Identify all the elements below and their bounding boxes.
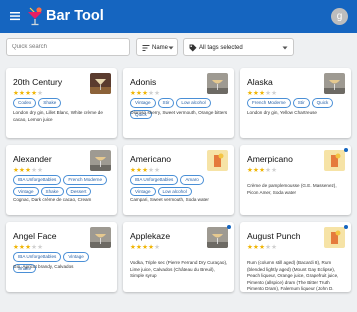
cocktail-name: August Punch — [247, 231, 301, 241]
cocktail-card[interactable]: Alaska ★★★★★ French Moderne Stir Quick London… — [240, 68, 351, 138]
tag-chip[interactable]: French Moderne — [247, 98, 291, 108]
star-empty-icon: ★ — [154, 244, 161, 251]
menu-icon[interactable] — [9, 10, 21, 22]
tag-chip[interactable]: IBA Unforgettables — [13, 252, 62, 262]
glass-coupe-icon — [207, 73, 228, 94]
star-rating: ★★★★★ — [130, 166, 160, 174]
unread-dot — [227, 225, 231, 229]
tag-chip[interactable]: Low alcohol — [176, 98, 211, 108]
cocktail-name: Alaska — [247, 77, 273, 87]
tag-chip[interactable]: Stir — [157, 98, 175, 108]
star-rating: ★★★★★ — [13, 89, 43, 97]
ingredients-text: London dry gin, Yellow Chartreuse — [247, 110, 317, 115]
tag-chip[interactable]: Vintage — [13, 186, 39, 197]
tag-chip[interactable]: Stir — [292, 98, 310, 108]
cocktail-card[interactable]: Applekaze ★★★★★ Vodka, Triple sec (Pierre … — [123, 222, 234, 292]
tag-chip[interactable]: Vintage — [130, 186, 156, 197]
tag-chip[interactable]: Vintage — [130, 98, 156, 108]
tag-list: IBA Unforgettables Amaro Vintage Low alcoho… — [130, 175, 230, 197]
star-empty-icon: ★ — [37, 244, 44, 251]
unread-dot — [344, 225, 348, 229]
search-input[interactable] — [6, 38, 130, 56]
sort-icon — [142, 45, 150, 51]
glass-highball-icon — [207, 150, 228, 171]
glass-highball-icon — [324, 227, 345, 248]
star-empty-icon: ★ — [37, 167, 44, 174]
glass-coupe-icon — [90, 150, 111, 171]
chevron-down-icon — [168, 46, 174, 50]
cocktail-name: Americano — [130, 154, 172, 164]
glass-coupe-icon — [324, 73, 345, 94]
star-empty-icon: ★ — [154, 90, 161, 97]
star-rating: ★★★★★ — [130, 89, 160, 97]
tag-list: Codex Shake — [13, 98, 113, 108]
tag-chip[interactable]: French Moderne — [63, 175, 108, 185]
ingredients-text: Oloroso sherry, Sweet vermouth, Orange b… — [130, 110, 228, 115]
cocktail-card[interactable]: Americano ★★★★★ IBA Unforgettables Amaro Vin… — [123, 145, 234, 215]
star-rating: ★★★★★ — [247, 166, 277, 174]
cocktail-icon — [28, 7, 42, 26]
star-empty-icon: ★ — [37, 90, 44, 97]
star-rating: ★★★★★ — [247, 243, 277, 251]
tag-chip[interactable]: Shake — [40, 186, 64, 197]
ingredients-text: Vodka, Triple sec (Pierre Ferrand Dry Cu… — [130, 260, 228, 279]
cocktail-name: 20th Century — [13, 77, 63, 87]
tags-label: All tags selected — [199, 45, 243, 51]
app-bar: Bar Tool g — [0, 0, 357, 33]
tag-chip[interactable]: Vintage — [63, 252, 89, 262]
tag-chip[interactable]: IBA Unforgettables — [130, 175, 179, 185]
sort-label: Name — [152, 45, 169, 51]
cocktail-card[interactable]: August Punch ★★★★★ Rum (column still aged)… — [240, 222, 351, 292]
tag-chip[interactable]: Shake — [38, 98, 62, 108]
tag-chip[interactable]: Dessert — [65, 186, 92, 197]
star-empty-icon: ★ — [154, 167, 161, 174]
ingredients-text: London dry gin, Lillet Blanc, White crèm… — [13, 110, 103, 122]
ingredients-text: Cognac, Dark crème de cacao, Cream — [13, 197, 92, 202]
cocktail-card[interactable]: Amerpicano ★★★★★ Crème de pamplemousse (G.… — [240, 145, 351, 215]
glass-coupe-icon — [90, 227, 111, 248]
tags-select[interactable]: All tags selected — [183, 38, 294, 56]
glass-highball-icon — [324, 150, 345, 171]
glass-martini-icon — [90, 73, 111, 94]
star-rating: ★★★★★ — [130, 243, 160, 251]
tag-chip[interactable]: Quick — [311, 98, 334, 108]
star-rating: ★★★★★ — [247, 89, 277, 97]
sort-select[interactable]: Name — [136, 38, 178, 56]
chevron-down-icon — [282, 46, 288, 50]
cocktail-card[interactable]: Angel Face ★★★★★ IBA Unforgettables Vintage… — [6, 222, 117, 292]
ingredients-text: Crème de pamplemousse (G.E. Massenez), P… — [247, 183, 337, 195]
tag-chip[interactable]: Codex — [13, 98, 37, 108]
star-empty-icon: ★ — [271, 244, 278, 251]
ingredients-text: Gin, Apricot brandy, Calvados — [13, 264, 74, 269]
cocktail-name: Amerpicano — [247, 154, 293, 164]
star-empty-icon: ★ — [271, 90, 278, 97]
star-empty-icon: ★ — [271, 167, 278, 174]
cocktail-name: Angel Face — [13, 231, 57, 241]
star-rating: ★★★★★ — [13, 166, 43, 174]
tag-icon — [189, 44, 197, 52]
tag-list: French Moderne Stir Quick — [247, 98, 347, 108]
glass-coupe-icon — [207, 227, 228, 248]
cocktail-card[interactable]: Alexander ★★★★★ IBA Unforgettables French M… — [6, 145, 117, 215]
tag-chip[interactable]: IBA Unforgettables — [13, 175, 62, 185]
star-rating: ★★★★★ — [13, 243, 43, 251]
cocktail-name: Alexander — [13, 154, 52, 164]
tag-chip[interactable]: Low alcohol — [157, 186, 192, 197]
ingredients-text: Campari, Sweet vermouth, Soda water — [130, 197, 209, 202]
cocktail-name: Adonis — [130, 77, 157, 87]
app-title: Bar Tool — [46, 8, 104, 24]
cocktail-card[interactable]: Adonis ★★★★★ Vintage Stir Low alcohol Quick Ol… — [123, 68, 234, 138]
cocktail-name: Applekaze — [130, 231, 171, 241]
tag-list: IBA Unforgettables French Moderne Vintage S… — [13, 175, 113, 197]
cocktail-card[interactable]: 20th Century ★★★★★ Codex Shake London dry gi… — [6, 68, 117, 138]
avatar[interactable]: g — [331, 8, 348, 25]
unread-dot — [344, 148, 348, 152]
ingredients-text: Rum (column still aged) (Bacardi 8), Rum… — [247, 260, 339, 292]
tag-chip[interactable]: Amaro — [180, 175, 204, 185]
